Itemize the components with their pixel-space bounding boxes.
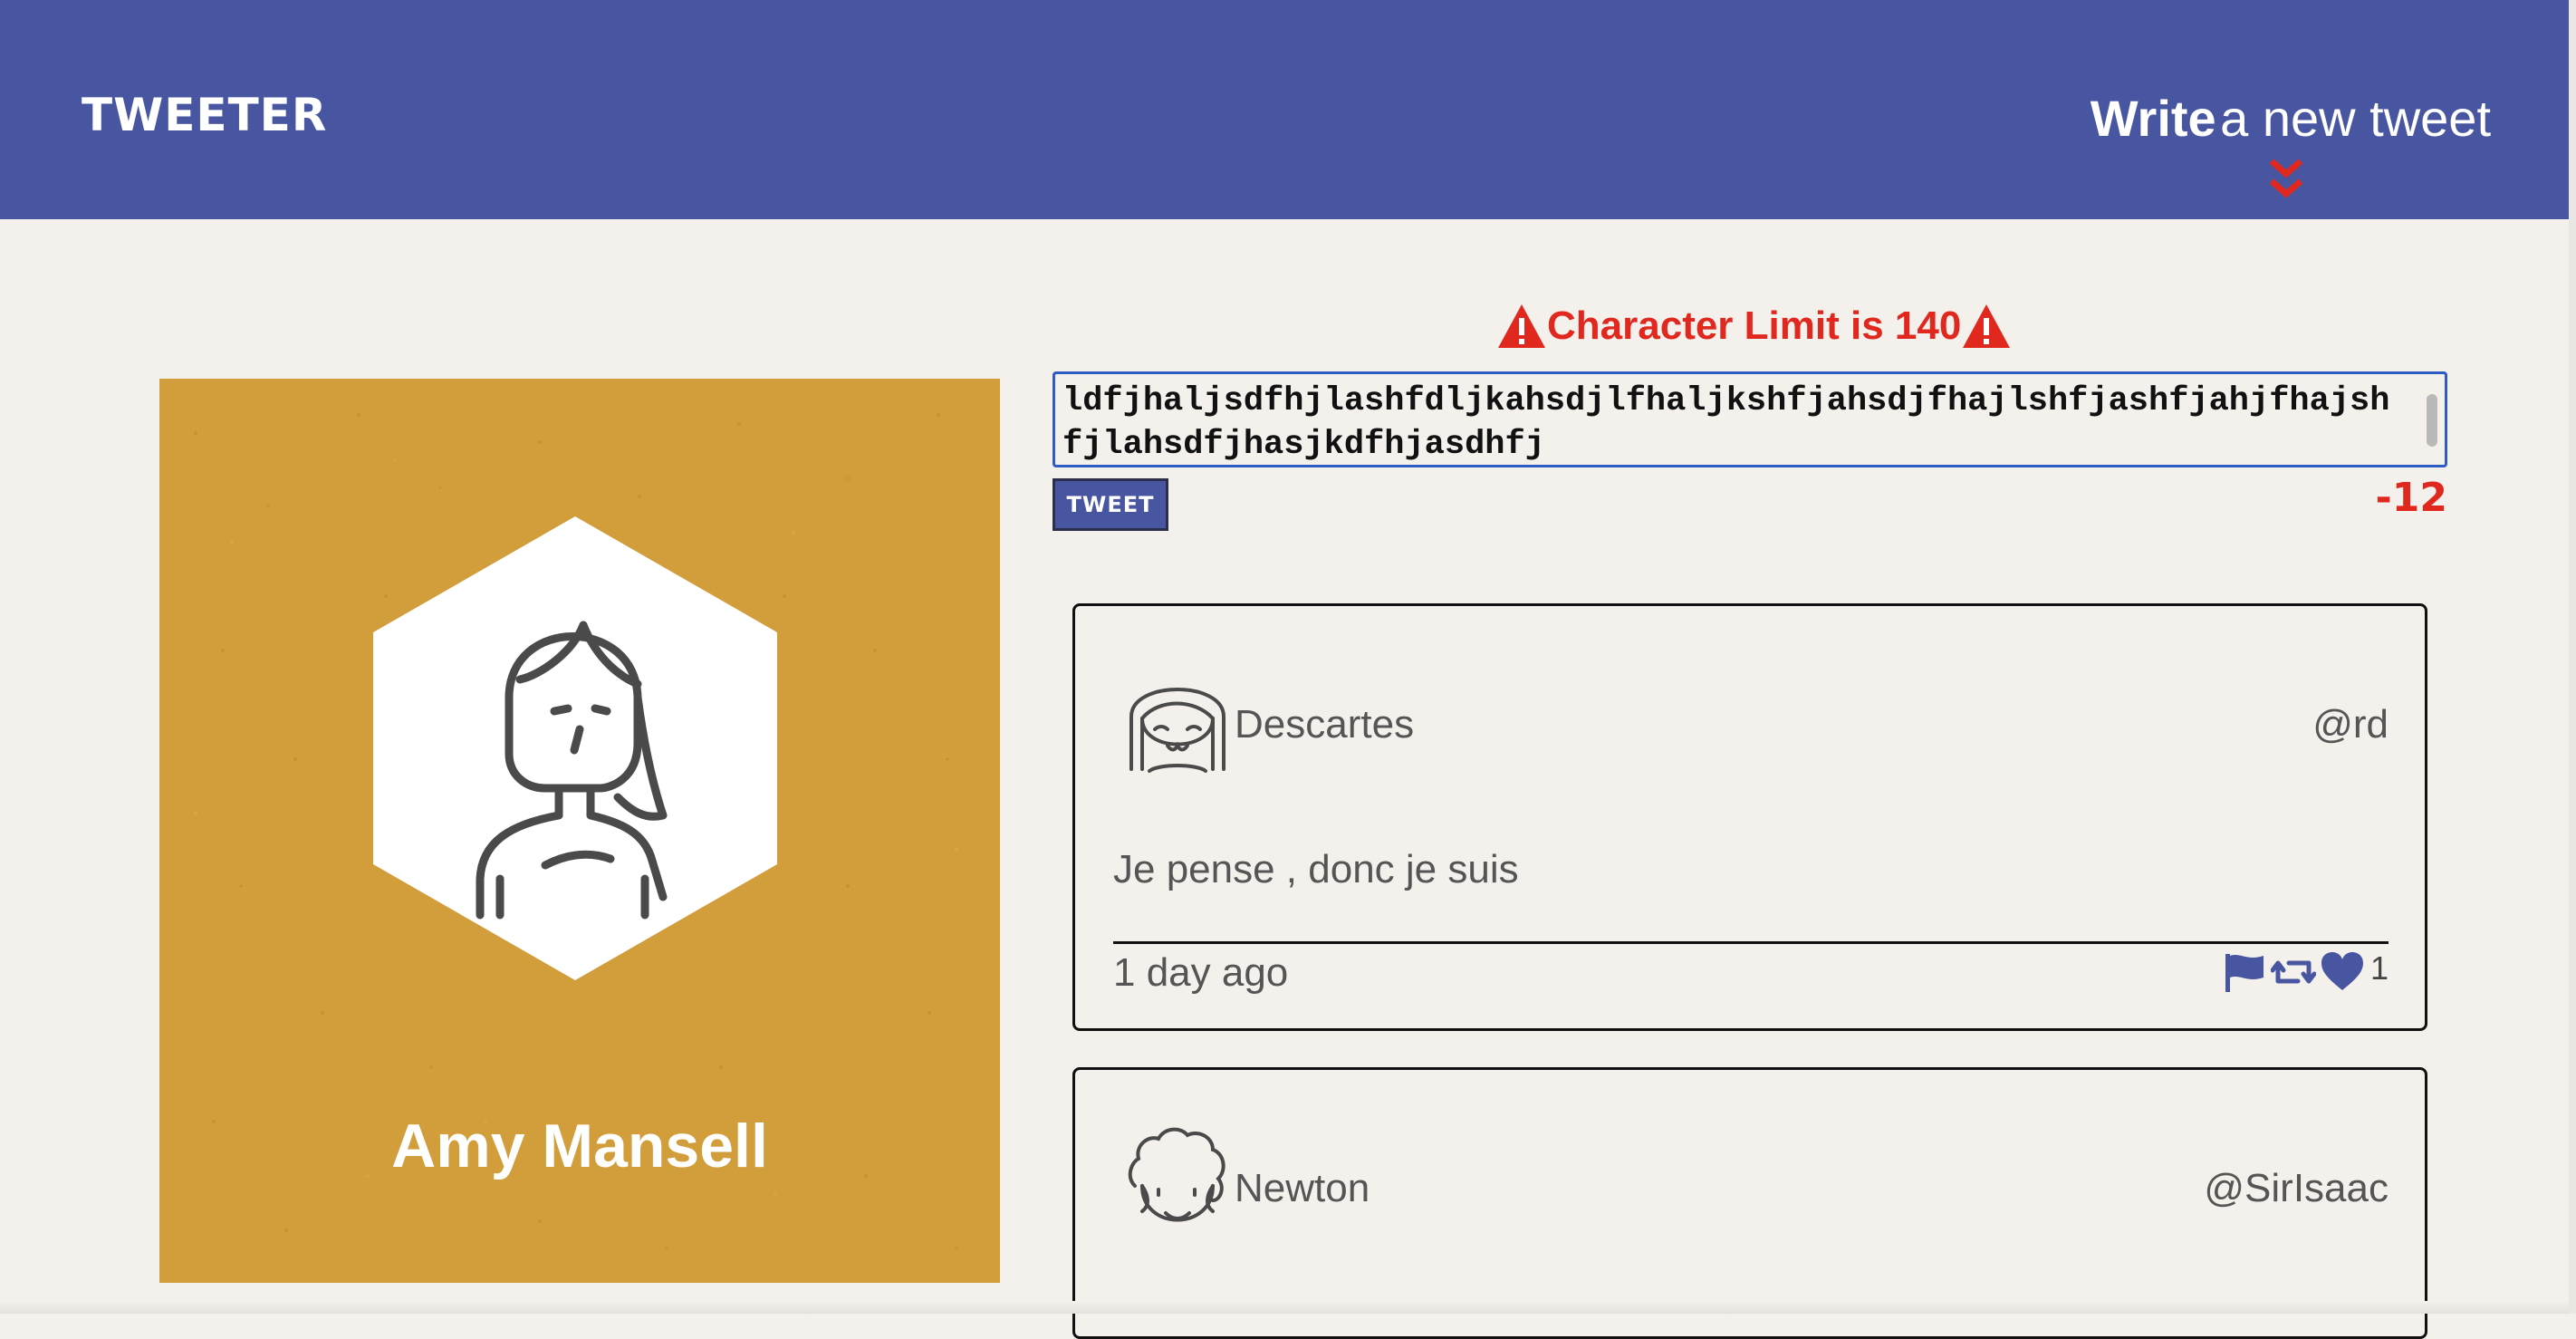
write-label: Write (2090, 90, 2216, 147)
like-count: 1 (2369, 949, 2389, 987)
brand-logo[interactable]: TWEETER (82, 89, 327, 141)
page-scrollbar-track[interactable] (2569, 0, 2576, 1314)
smiling-face-avatar-icon (1129, 688, 1226, 773)
tweet-text: Je pense , donc je suis (1113, 847, 1519, 891)
tweet-author-handle[interactable]: @SirIsaac (2204, 1166, 2389, 1211)
tweet-actions: 1 (2222, 949, 2389, 994)
textarea-scrollbar[interactable] (2427, 394, 2437, 447)
write-tweet-toggle[interactable]: Write a new tweet (2091, 89, 2491, 148)
double-chevron-down-icon[interactable] (2268, 156, 2304, 201)
tweet-timestamp: 1 day ago (1113, 950, 1289, 995)
heart-icon[interactable] (2320, 950, 2365, 994)
profile-card: Amy Mansell (159, 379, 1000, 1283)
divider (1113, 941, 2389, 944)
textarea-value: ldfjhaljsdfhjlashfdljkahsdjlfhaljkshfjah… (1062, 382, 2390, 464)
error-text: Character Limit is 140 (1547, 303, 1962, 348)
tweet-submit-button[interactable]: TWEET (1053, 478, 1168, 531)
curly-hair-avatar-icon (1128, 1127, 1226, 1222)
flag-icon[interactable] (2222, 950, 2267, 994)
tweet-textarea[interactable]: ldfjhaljsdfhjlashfdljkahsdjlfhaljkshfjah… (1053, 371, 2447, 467)
new-tweet-label: a new tweet (2220, 90, 2491, 147)
page-bottom-shadow (0, 1301, 2569, 1314)
tweet-card: Newton @SirIsaac (1072, 1067, 2427, 1339)
warning-icon (1963, 304, 2011, 348)
profile-name: Amy Mansell (391, 1112, 768, 1180)
warning-icon (1498, 304, 1545, 348)
tweet-author-handle[interactable]: @rd (2312, 702, 2389, 747)
top-navbar: TWEETER Write a new tweet (0, 0, 2569, 219)
tweet-card: Descartes @rd Je pense , donc je suis 1 … (1072, 603, 2427, 1031)
tweet-author-name[interactable]: Newton (1235, 1166, 1370, 1211)
tweet-author-name[interactable]: Descartes (1235, 702, 1414, 747)
error-message: Character Limit is 140 (1496, 297, 2012, 355)
character-counter: -12 (2375, 475, 2448, 521)
retweet-icon[interactable] (2270, 950, 2316, 994)
woman-avatar-icon (373, 516, 777, 980)
